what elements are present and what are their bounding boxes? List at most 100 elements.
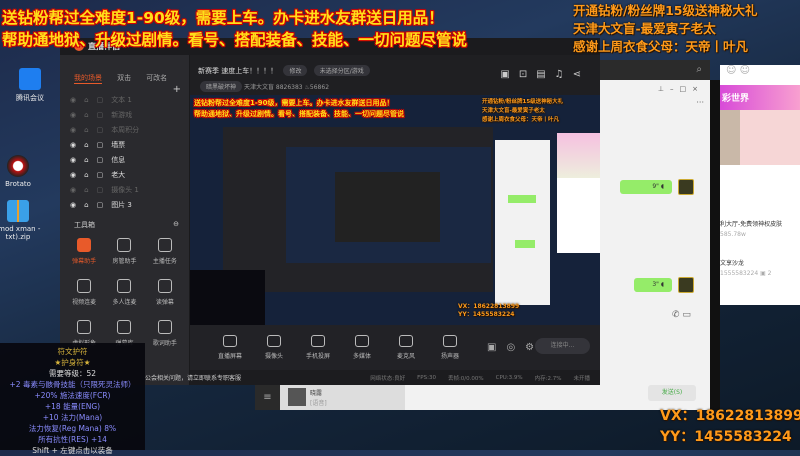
stream-thumbnail[interactable] xyxy=(720,110,800,165)
tab-double-click[interactable]: 双击 xyxy=(117,73,131,83)
control-button[interactable]: 手机投屏 xyxy=(303,335,333,360)
lock-icon[interactable]: ⌂ xyxy=(84,111,88,119)
streaming-app-window: 我的场景 双击 可改名 + ◉ ⌂ ▢ 文本 1 ◉ ⌂ ▢ 新游戏 ◉ ⌂ ▢ 本周积分 ◉ ⌂ ▢ 墙票 ◉… xyxy=(60,55,600,385)
more-icon[interactable]: ··· xyxy=(696,98,704,107)
stream-title[interactable]: 利大厅-免费领神权皮肤 xyxy=(720,219,800,228)
desktop-icon-brotato[interactable]: Brotato xyxy=(0,155,46,188)
menu-icon[interactable]: ≡ xyxy=(255,385,280,410)
live-preview: 送钻粉帮过全难度1-90级，需要上车。办卡进水友群送日用品！ 帮助通地狱、升级过… xyxy=(190,95,600,325)
contact-info: VX：18622813899 YY：1455583224 xyxy=(660,408,800,445)
stream-title[interactable]: 文享沙龙 xyxy=(720,258,800,267)
scene-item[interactable]: ◉ ⌂ ▢ 图片 3 xyxy=(60,197,189,212)
scene-item[interactable]: ◉ ⌂ ▢ 墙票 xyxy=(60,137,189,152)
status-item: 内存:2.7% xyxy=(534,375,562,382)
tool-icon xyxy=(117,279,132,293)
text-source-icon: ▢ xyxy=(96,200,104,209)
live-list-panel: ☺ ☺ 彩世界 利大厅-免费领神权皮肤 585.78w 文享沙龙 1555583… xyxy=(720,65,800,305)
text-source-icon: ▢ xyxy=(96,110,104,119)
eye-icon[interactable]: ◉ xyxy=(70,111,76,119)
tool-item[interactable]: 房管助手 xyxy=(104,238,144,265)
tool-item[interactable]: 歌词助手 xyxy=(145,320,185,347)
tool-icon xyxy=(157,279,172,293)
eye-icon[interactable]: ◉ xyxy=(70,156,76,164)
tool-item[interactable]: 弹幕助手 xyxy=(64,238,104,265)
tool-icon xyxy=(77,279,92,293)
avatar xyxy=(678,179,694,195)
tool-item[interactable]: 主播任务 xyxy=(145,238,185,265)
tooltip-line: +18 能量(ENG) xyxy=(44,402,101,411)
divider xyxy=(710,80,720,410)
desktop-icon-meeting[interactable]: 腾讯会议 xyxy=(2,68,58,103)
eye-icon[interactable]: ◉ xyxy=(70,126,76,134)
promo-banner[interactable]: 彩世界 xyxy=(720,85,800,110)
eye-icon[interactable]: ◉ xyxy=(70,201,76,209)
start-live-button[interactable]: 连接中... xyxy=(535,338,590,354)
tool-item[interactable]: 读弹幕 xyxy=(145,279,185,306)
eye-icon[interactable]: ◉ xyxy=(70,96,76,104)
send-button[interactable]: 发送(S) xyxy=(648,385,696,401)
scene-panel: 我的场景 双击 可改名 + ◉ ⌂ ▢ 文本 1 ◉ ⌂ ▢ 新游戏 ◉ ⌂ ▢ 本周积分 ◉ ⌂ ▢ 墙票 ◉… xyxy=(60,55,190,385)
status-item: 网络状态:良好 xyxy=(370,375,406,382)
control-button[interactable]: 扬声器 xyxy=(435,335,465,360)
tool-icon xyxy=(157,238,172,252)
tool-item[interactable]: 多人连麦 xyxy=(104,279,144,306)
tool-icon xyxy=(117,320,132,334)
call-icons[interactable]: ✆ ▭ xyxy=(672,310,691,320)
lock-icon[interactable]: ⌂ xyxy=(84,171,88,179)
sponsor-text: 开通钻粉/粉丝牌15级送神秘大礼 天津大文盲-最爱寅子老太 感谢上周衣食父母：天帝丨… xyxy=(573,3,758,54)
voice-bubble[interactable]: 3" ◖ xyxy=(634,278,672,292)
control-button[interactable]: 直播屏幕 xyxy=(215,335,245,360)
scene-item[interactable]: ◉ ⌂ ▢ 本周积分 xyxy=(60,122,189,137)
header-icons[interactable]: ▣⊡▤♫⋖ xyxy=(500,69,590,80)
tool-icon xyxy=(157,320,172,334)
eye-icon[interactable]: ◉ xyxy=(70,171,76,179)
collapse-icon[interactable]: ⊖ xyxy=(173,220,179,230)
tab-rename[interactable]: 可改名 xyxy=(146,73,167,83)
control-button[interactable]: 多媒体 xyxy=(347,335,377,360)
voice-bubble[interactable]: 9" ◖ xyxy=(620,180,672,194)
toolbox-title: 工具箱 xyxy=(74,221,95,229)
contact-name: 晓露 xyxy=(310,390,323,397)
tab-my-scenes[interactable]: 我的场景 xyxy=(74,73,102,84)
add-scene-button[interactable]: + xyxy=(173,84,181,95)
control-button[interactable]: 摄像头 xyxy=(259,335,289,360)
scene-item[interactable]: ◉ ⌂ ▢ 摄像头 1 xyxy=(60,182,189,197)
search-icon[interactable]: ⌕ xyxy=(696,64,702,75)
game-icon xyxy=(7,155,29,177)
eye-icon[interactable]: ◉ xyxy=(70,141,76,149)
lock-icon[interactable]: ⌂ xyxy=(84,141,88,149)
stream-viewers: 585.78w xyxy=(720,231,746,238)
avatar xyxy=(678,277,694,293)
category-select[interactable]: 未选择分区/游戏 xyxy=(313,65,370,76)
app-icon xyxy=(19,68,41,90)
desktop-icon-zip[interactable]: -mod xman -txt).zip xyxy=(0,200,46,241)
scene-item[interactable]: ◉ ⌂ ▢ 老大 xyxy=(60,167,189,182)
banner-line-2: 帮助通地狱、升级过剧情。看号、搭配装备、技能、一切问题尽管说 xyxy=(2,31,468,49)
eye-icon[interactable]: ◉ xyxy=(70,186,76,194)
tooltip-line: +2 毒素与骸骨技能（只限死灵法师） xyxy=(9,380,136,389)
tag-pill[interactable]: 暗黑破坏神 xyxy=(200,81,243,92)
scene-item[interactable]: ◉ ⌂ ▢ 信息 xyxy=(60,152,189,167)
item-tooltip: 符文护符 ★护身符★ 需要等级：52 +2 毒素与骸骨技能（只限死灵法师） +20%… xyxy=(0,343,145,455)
contact-item[interactable]: 晓露 [语音] xyxy=(280,385,405,410)
lock-icon[interactable]: ⌂ xyxy=(84,126,88,134)
notice-text: 公会相关问题，请立即联系专职客服 xyxy=(145,375,242,382)
control-button[interactable]: 麦克风 xyxy=(391,335,421,360)
window-controls[interactable]: ⊥–□× xyxy=(658,85,704,93)
lock-icon[interactable]: ⌂ xyxy=(84,96,88,104)
tool-item[interactable]: 视频连麦 xyxy=(64,279,104,306)
user-icons[interactable]: ☺ ☺ xyxy=(720,65,800,85)
tooltip-subtitle: ★护身符★ xyxy=(54,358,91,367)
text-source-icon: ▢ xyxy=(96,125,104,134)
lock-icon[interactable]: ⌂ xyxy=(84,201,88,209)
lock-icon[interactable]: ⌂ xyxy=(84,156,88,164)
room-id: 8826383 xyxy=(275,84,303,91)
chat-window: ⊥–□× ··· 9" ◖ 3" ◖ ✆ ▭ 发送(S) xyxy=(600,80,710,410)
scene-item[interactable]: ◉ ⌂ ▢ 新游戏 xyxy=(60,107,189,122)
heat-count: 56862 xyxy=(309,84,330,91)
scene-item[interactable]: ◉ ⌂ ▢ 文本 1 xyxy=(60,92,173,107)
streamer-name: 天津大文盲 xyxy=(243,84,274,91)
lock-icon[interactable]: ⌂ xyxy=(84,186,88,194)
edit-title-button[interactable]: 修改 xyxy=(283,65,308,76)
tooltip-line: 法力恢复(Reg Mana) 8% xyxy=(28,424,117,433)
